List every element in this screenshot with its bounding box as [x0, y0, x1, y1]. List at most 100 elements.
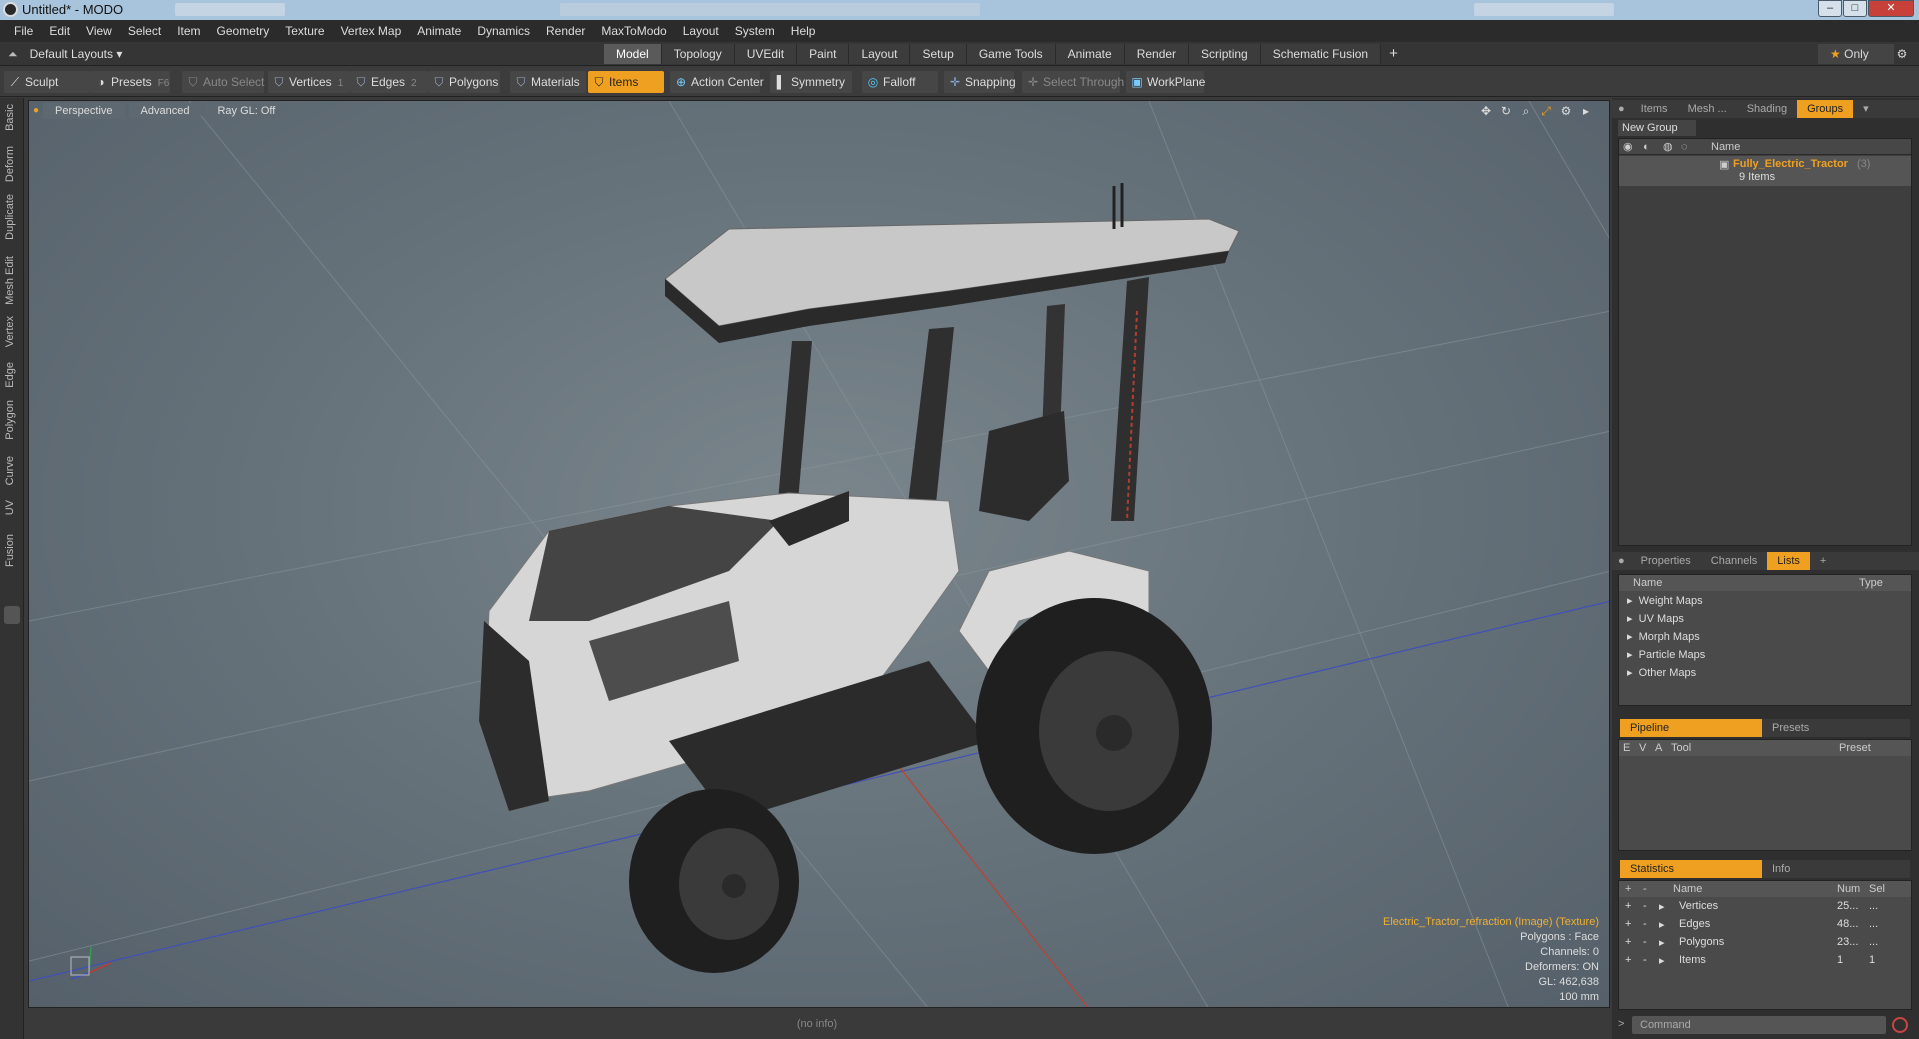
tab-presets[interactable]: Presets	[1762, 719, 1819, 737]
tabs-dropdown-icon[interactable]: ▾	[1853, 100, 1879, 118]
menu-system[interactable]: System	[727, 20, 783, 42]
menu-help[interactable]: Help	[783, 20, 824, 42]
3d-viewport[interactable]: ● Perspective Advanced Ray GL: Off ✥ ↻ ⌕…	[28, 100, 1610, 1008]
view-type-perspective[interactable]: Perspective	[43, 103, 125, 119]
row-expand-icon[interactable]: ▸	[1659, 900, 1665, 913]
row-expand-icon[interactable]: ▸	[1659, 918, 1665, 931]
symmetry-button[interactable]: ▌ Symmetry	[770, 71, 852, 93]
row-minus-icon[interactable]: -	[1643, 954, 1647, 966]
row-minus-icon[interactable]: -	[1643, 936, 1647, 948]
command-input[interactable]: Command	[1632, 1016, 1886, 1034]
minimize-button[interactable]: –	[1818, 0, 1842, 17]
menu-select[interactable]: Select	[120, 20, 169, 42]
tab-topology[interactable]: Topology	[661, 44, 735, 64]
maximize-button[interactable]: □	[1843, 0, 1867, 17]
pan-icon[interactable]: ✥	[1479, 104, 1493, 119]
stats-add-icon[interactable]: +	[1625, 881, 1631, 897]
vtab-vertex[interactable]: Vertex	[4, 316, 16, 347]
list-item-uv-maps[interactable]: ▸ UV Maps	[1627, 612, 1684, 625]
list-item-particle-maps[interactable]: ▸ Particle Maps	[1627, 648, 1705, 661]
vtab-mesh-edit[interactable]: Mesh Edit	[4, 256, 16, 305]
menu-vertex-map[interactable]: Vertex Map	[333, 20, 410, 42]
panel-toggle-button[interactable]	[4, 606, 20, 624]
menu-maxtomodo[interactable]: MaxToModo	[593, 20, 674, 42]
row-plus-icon[interactable]: +	[1625, 936, 1631, 948]
menu-dynamics[interactable]: Dynamics	[469, 20, 538, 42]
list-item-weight-maps[interactable]: ▸ Weight Maps	[1627, 594, 1703, 607]
presets-button[interactable]: ◑ Presets F6	[90, 71, 170, 93]
menu-view[interactable]: View	[78, 20, 120, 42]
tab-game-tools[interactable]: Game Tools	[966, 44, 1056, 64]
viewport-gear-icon[interactable]: ⚙	[1559, 104, 1573, 119]
snapping-button[interactable]: ✛ Snapping	[944, 71, 1016, 93]
tab-groups[interactable]: Groups	[1797, 100, 1854, 118]
sculpt-button[interactable]: ⟋ Sculpt	[4, 71, 90, 93]
polygons-button[interactable]: ⛉ Polygons	[428, 71, 500, 93]
vtab-basic[interactable]: Basic	[4, 104, 16, 131]
menu-geometry[interactable]: Geometry	[209, 20, 278, 42]
menu-edit[interactable]: Edit	[41, 20, 78, 42]
row-minus-icon[interactable]: -	[1643, 918, 1647, 930]
add-tab-icon[interactable]: +	[1381, 44, 1406, 64]
tab-channels[interactable]: Channels	[1701, 552, 1767, 570]
list-item-other-maps[interactable]: ▸ Other Maps	[1627, 666, 1696, 679]
edges-button[interactable]: ⛉ Edges 2	[350, 71, 428, 93]
tab-paint[interactable]: Paint	[797, 44, 850, 64]
menu-item[interactable]: Item	[169, 20, 208, 42]
new-group-button[interactable]: New Group	[1618, 120, 1696, 136]
layout-selector[interactable]: ⏶ Default Layouts ▾	[8, 45, 122, 63]
items-button[interactable]: ⛉ Items	[588, 71, 664, 93]
tab-model[interactable]: Model	[604, 44, 662, 64]
gear-icon[interactable]: ⚙	[1893, 45, 1911, 63]
menu-texture[interactable]: Texture	[277, 20, 332, 42]
tab-uvedit[interactable]: UVEdit	[734, 44, 798, 64]
menu-render[interactable]: Render	[538, 20, 593, 42]
panel-menu-icon[interactable]: ●	[1612, 100, 1631, 118]
tab-shading[interactable]: Shading	[1737, 100, 1797, 118]
vtab-deform[interactable]: Deform	[4, 146, 16, 182]
shading-advanced[interactable]: Advanced	[128, 103, 202, 119]
close-button[interactable]: ✕	[1868, 0, 1914, 17]
only-toggle[interactable]: ★ Only	[1818, 44, 1894, 64]
tab-lists[interactable]: Lists	[1767, 552, 1810, 570]
falloff-button[interactable]: ◎ Falloff	[862, 71, 938, 93]
add-panel-tab-icon[interactable]: +	[1810, 552, 1836, 570]
tab-info[interactable]: Info	[1762, 860, 1800, 878]
tab-pipeline[interactable]: Pipeline	[1620, 719, 1762, 737]
raygl-toggle[interactable]: Ray GL: Off	[205, 103, 288, 119]
tab-setup[interactable]: Setup	[910, 44, 967, 64]
row-plus-icon[interactable]: +	[1625, 900, 1631, 912]
vtab-edge[interactable]: Edge	[4, 362, 16, 388]
maximize-viewport-icon[interactable]: ⤢	[1539, 104, 1553, 119]
tab-render[interactable]: Render	[1124, 44, 1190, 64]
group-row[interactable]: ▣ Fully_Electric_Tractor (3) 9 Items	[1619, 156, 1911, 186]
expand-arrow-icon[interactable]: ▸	[1579, 104, 1593, 119]
tab-scripting[interactable]: Scripting	[1189, 44, 1261, 64]
viewport-menu-icon[interactable]: ●	[33, 103, 39, 121]
row-expand-icon[interactable]: ▸	[1659, 936, 1665, 949]
tab-schematic-fusion[interactable]: Schematic Fusion	[1260, 44, 1382, 64]
tab-statistics[interactable]: Statistics	[1620, 860, 1762, 878]
vtab-uv[interactable]: UV	[4, 500, 16, 515]
menu-animate[interactable]: Animate	[409, 20, 469, 42]
vtab-polygon[interactable]: Polygon	[4, 400, 16, 440]
rotate-icon[interactable]: ↻	[1499, 104, 1513, 119]
vertices-button[interactable]: ⛉ Vertices 1	[268, 71, 350, 93]
tab-mesh[interactable]: Mesh ...	[1678, 100, 1737, 118]
tab-items[interactable]: Items	[1631, 100, 1678, 118]
auto-select-button[interactable]: ⛉ Auto Select	[182, 71, 264, 93]
vtab-curve[interactable]: Curve	[4, 456, 16, 485]
workplane-button[interactable]: ▣ WorkPlane	[1126, 71, 1205, 93]
tab-animate[interactable]: Animate	[1055, 44, 1125, 64]
tab-properties[interactable]: Properties	[1631, 552, 1701, 570]
zoom-icon[interactable]: ⌕	[1519, 104, 1533, 119]
list-item-morph-maps[interactable]: ▸ Morph Maps	[1627, 630, 1700, 643]
stats-remove-icon[interactable]: -	[1643, 881, 1647, 897]
row-minus-icon[interactable]: -	[1643, 900, 1647, 912]
select-through-button[interactable]: ✛ Select Through	[1022, 71, 1124, 93]
vtab-duplicate[interactable]: Duplicate	[4, 194, 16, 240]
materials-button[interactable]: ⛉ Materials	[510, 71, 586, 93]
vtab-fusion[interactable]: Fusion	[4, 534, 16, 567]
row-expand-icon[interactable]: ▸	[1659, 954, 1665, 967]
menu-file[interactable]: File	[6, 20, 41, 42]
